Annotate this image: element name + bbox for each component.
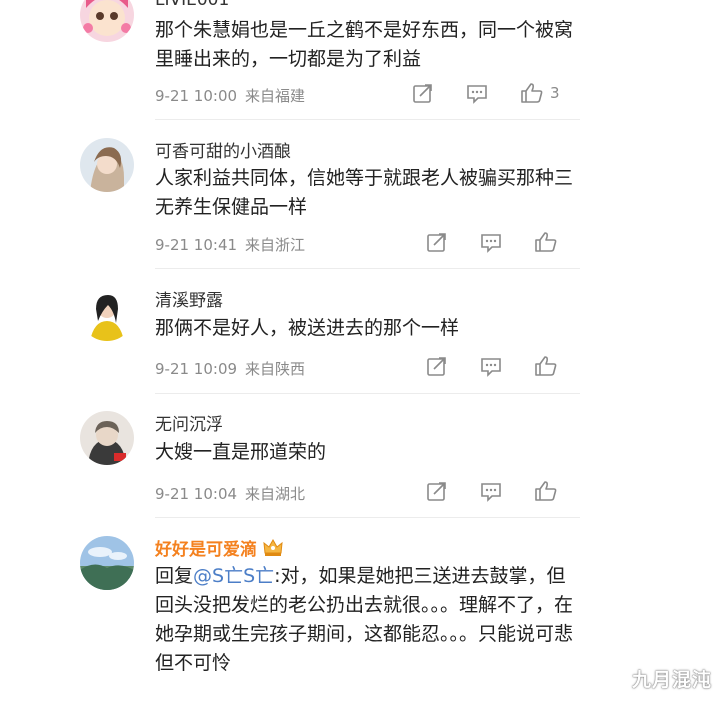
- avatar[interactable]: [80, 138, 134, 192]
- like-icon: [535, 356, 557, 376]
- comment-username[interactable]: 无问沉浮: [155, 410, 223, 435]
- like-button[interactable]: [534, 480, 558, 502]
- comment-meta: 9-21 10:04 来自湖北: [155, 483, 305, 504]
- divider: [155, 393, 580, 394]
- comment-text: 回复@S亡S亡:对，如果是她把三送进去鼓掌，但回头没把发烂的老公扔出去就很。。。…: [155, 562, 575, 678]
- share-button[interactable]: [426, 357, 448, 377]
- avatar[interactable]: [80, 536, 134, 590]
- like-count: 3: [550, 84, 560, 102]
- comment-date: 9-21 10:09: [155, 360, 238, 378]
- avatar[interactable]: [80, 411, 134, 465]
- comment-button[interactable]: [466, 84, 488, 104]
- comment-meta: 9-21 10:41 来自浙江: [155, 234, 305, 255]
- comment-meta: 9-21 10:00 来自福建: [155, 85, 305, 106]
- share-button[interactable]: [412, 84, 434, 104]
- comment-location: 来自陕西: [245, 360, 306, 378]
- mention-link[interactable]: @S亡S亡: [193, 565, 274, 587]
- divider: [155, 119, 580, 120]
- avatar[interactable]: [80, 287, 134, 341]
- comment-button[interactable]: [480, 482, 502, 502]
- divider: [155, 268, 580, 269]
- comment-text: 人家利益共同体，信她等于就跟老人被骗买那种三无养生保健品一样: [155, 167, 574, 218]
- like-button[interactable]: [534, 231, 558, 253]
- avatar[interactable]: [80, 0, 134, 42]
- comment-location: 来自湖北: [245, 485, 306, 503]
- divider: [155, 517, 580, 518]
- watermark: 九月混沌: [631, 669, 712, 691]
- comment-username[interactable]: LIVIE001: [155, 0, 229, 10]
- like-icon: [535, 481, 557, 501]
- comment-icon: [481, 234, 501, 253]
- comment-icon: [467, 85, 487, 104]
- like-button[interactable]: [534, 355, 558, 377]
- share-icon: [427, 233, 446, 252]
- comment-button[interactable]: [480, 233, 502, 253]
- crown-icon: [263, 538, 283, 562]
- share-button[interactable]: [426, 482, 448, 502]
- share-button[interactable]: [426, 233, 448, 253]
- share-icon: [413, 84, 432, 103]
- comment-location: 来自福建: [245, 87, 306, 105]
- comment-location: 来自浙江: [245, 236, 306, 254]
- comment-meta: 9-21 10:09 来自陕西: [155, 358, 305, 379]
- comment-text: 大嫂一直是邢道荣的: [155, 441, 327, 463]
- comment-icon: [481, 483, 501, 502]
- comment-date: 9-21 10:00: [155, 87, 238, 105]
- comment-date: 9-21 10:41: [155, 236, 238, 254]
- comment-username[interactable]: 好好是可爱滴: [155, 535, 283, 562]
- comment-button[interactable]: [480, 357, 502, 377]
- like-button[interactable]: 3: [520, 82, 560, 104]
- comment-icon: [481, 358, 501, 377]
- comment-username[interactable]: 清溪野露: [155, 286, 223, 311]
- comment-text: 那个朱慧娟也是一丘之鹤不是好东西，同一个被窝里睡出来的，一切都是为了利益: [155, 19, 574, 70]
- comment-username[interactable]: 可香可甜的小酒酿: [155, 137, 291, 162]
- like-icon: [535, 232, 557, 252]
- like-icon: [521, 83, 543, 103]
- share-icon: [427, 357, 446, 376]
- username-text: 好好是可爱滴: [155, 540, 257, 560]
- comment-text: 那俩不是好人，被送进去的那个一样: [155, 317, 460, 339]
- share-icon: [427, 482, 446, 501]
- comment-date: 9-21 10:04: [155, 485, 238, 503]
- reply-prefix: 回复: [155, 565, 194, 587]
